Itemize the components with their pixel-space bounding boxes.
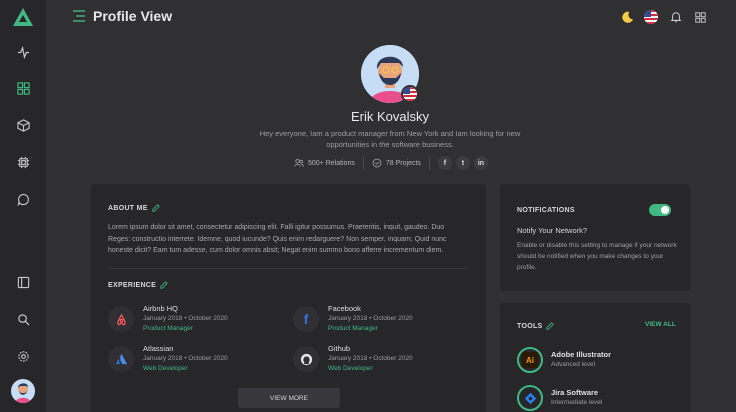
country-flag-icon	[401, 85, 419, 103]
experience-heading: EXPERIENCE	[108, 281, 157, 289]
airbnb-icon	[108, 306, 134, 332]
about-title: ABOUT ME	[108, 204, 160, 212]
relations-stat[interactable]: 500+ Relations	[294, 158, 355, 168]
atlassian-icon	[108, 346, 134, 372]
company-name: Github	[328, 344, 351, 353]
logo-icon[interactable]	[12, 6, 34, 28]
role-title: Web Developer	[143, 365, 188, 372]
experience-dates: January 2018 • October 2020	[328, 355, 413, 362]
tools-title: TOOLS	[517, 322, 555, 330]
view-more-button[interactable]: VIEW MORE	[238, 388, 340, 408]
tool-item[interactable]: Ai Adobe Illustrator Advanced level	[517, 347, 677, 375]
tool-name: Adobe Illustrator	[551, 350, 612, 359]
edit-pencil-icon[interactable]	[546, 322, 555, 330]
company-name: Atlassian	[143, 344, 174, 353]
tools-card: TOOLS VIEW ALL Ai Adobe Illustrator Adva…	[500, 303, 690, 412]
experience-title: EXPERIENCE	[108, 281, 168, 289]
settings-gear-icon[interactable]	[0, 342, 46, 370]
users-icon	[294, 159, 304, 167]
divider	[362, 156, 364, 170]
experience-item[interactable]: Github January 2018 • October 2020 Web D…	[293, 344, 463, 376]
about-heading: ABOUT ME	[108, 204, 148, 212]
dashboard-grid-icon[interactable]	[0, 74, 46, 102]
projects-stat[interactable]: 78 Projects	[372, 158, 421, 168]
menu-icon[interactable]	[72, 10, 86, 22]
tools-heading: TOOLS	[517, 322, 543, 330]
divider	[108, 268, 468, 269]
facebook-social-icon[interactable]: f	[437, 156, 452, 170]
activity-icon[interactable]	[0, 38, 46, 66]
role-title: Product Manager	[328, 325, 378, 332]
tool-name: Jira Software	[551, 388, 599, 397]
chip-icon[interactable]	[0, 148, 46, 176]
top-header: Profile View	[46, 0, 736, 34]
experience-dates: January 2018 • October 2020	[143, 315, 228, 322]
tool-level: Intermediate level	[551, 399, 603, 406]
edit-pencil-icon[interactable]	[160, 281, 168, 289]
message-icon[interactable]	[0, 185, 46, 213]
notifications-title: NOTIFICATIONS	[517, 207, 575, 214]
projects-count: 78 Projects	[385, 159, 421, 167]
notifications-card: NOTIFICATIONS Notify Your Network? Enabl…	[500, 184, 690, 291]
tool-level: Advanced level	[551, 361, 596, 368]
jira-icon	[517, 385, 543, 411]
role-title: Web Developer	[328, 365, 373, 372]
page-title: Profile View	[93, 8, 173, 24]
experience-item[interactable]: f Facebook January 2018 • October 2020 P…	[293, 304, 463, 336]
company-name: Facebook	[328, 304, 361, 313]
profile-stats: 500+ Relations 78 Projects f t in	[294, 155, 492, 171]
company-name: Airbnb HQ	[143, 304, 179, 313]
search-icon[interactable]	[0, 305, 46, 333]
role-title: Product Manager	[143, 325, 193, 332]
linkedin-social-icon[interactable]: in	[473, 156, 488, 170]
notify-network-label: Notify Your Network?	[517, 226, 588, 235]
facebook-icon: f	[293, 306, 319, 332]
profile-bio: Hey everyone, Iam a product manager from…	[259, 129, 521, 149]
illustrator-icon: Ai	[517, 347, 543, 373]
language-flag-icon[interactable]	[644, 10, 658, 24]
about-card: ABOUT ME Lorem ipsum dolor sit amet, con…	[91, 184, 486, 412]
experience-dates: January 2018 • October 2020	[143, 355, 228, 362]
experience-dates: January 2018 • October 2020	[328, 315, 413, 322]
about-text: Lorem ipsum dolor sit amet, consectetur …	[108, 224, 447, 254]
sidebar	[0, 0, 46, 412]
relations-count: 500+ Relations	[308, 159, 355, 167]
panel-icon[interactable]	[0, 268, 46, 296]
profile-name: Erik Kovalsky	[350, 109, 430, 124]
notify-network-description: Enable or disable this setting to manage…	[517, 242, 677, 271]
notification-bell-icon[interactable]	[669, 10, 683, 24]
apps-grid-icon[interactable]	[693, 10, 707, 24]
edit-pencil-icon[interactable]	[152, 204, 160, 212]
experience-item[interactable]: Airbnb HQ January 2018 • October 2020 Pr…	[108, 304, 278, 336]
experience-item[interactable]: Atlassian January 2018 • October 2020 We…	[108, 344, 278, 376]
tool-item[interactable]: Jira Software Intermediate level	[517, 385, 677, 412]
check-circle-icon	[372, 158, 382, 168]
view-all-link[interactable]: VIEW ALL	[645, 321, 676, 328]
profile-avatar	[361, 45, 419, 103]
github-icon	[293, 346, 319, 372]
notify-network-toggle[interactable]	[649, 204, 671, 216]
user-avatar[interactable]	[11, 379, 35, 403]
dark-mode-moon-icon[interactable]	[620, 10, 634, 24]
twitter-social-icon[interactable]: t	[455, 156, 470, 170]
divider	[428, 156, 430, 170]
